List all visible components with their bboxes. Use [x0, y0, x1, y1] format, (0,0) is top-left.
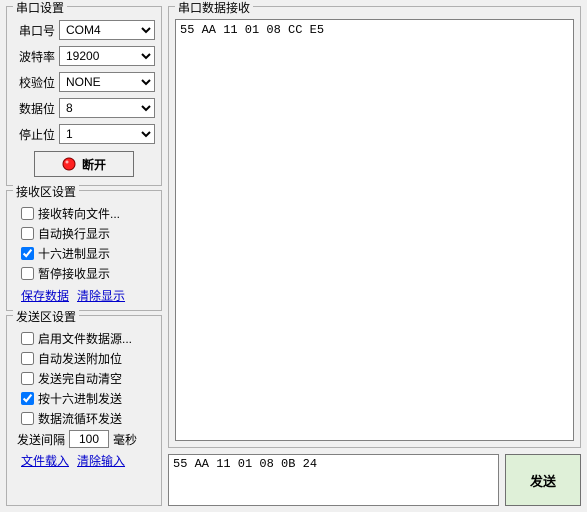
clear-input-link[interactable]: 清除输入	[77, 452, 125, 469]
interval-suffix: 毫秒	[113, 431, 137, 448]
port-select[interactable]: COM4	[59, 20, 155, 40]
file-source-label: 启用文件数据源...	[38, 330, 132, 347]
hex-display-label: 十六进制显示	[38, 245, 110, 262]
recv-to-file-row[interactable]: 接收转向文件...	[21, 203, 155, 223]
recv-data-group: 串口数据接收	[168, 6, 581, 448]
interval-prefix: 发送间隔	[17, 431, 65, 448]
auto-append-label: 自动发送附加位	[38, 350, 122, 367]
recv-to-file-label: 接收转向文件...	[38, 205, 120, 222]
save-data-link[interactable]: 保存数据	[21, 287, 69, 304]
auto-wrap-checkbox[interactable]	[21, 227, 34, 240]
disconnect-button[interactable]: 断开	[34, 151, 134, 177]
auto-wrap-label: 自动换行显示	[38, 225, 110, 242]
send-settings-title: 发送区设置	[13, 308, 79, 325]
hex-send-checkbox[interactable]	[21, 392, 34, 405]
parity-select[interactable]: NONE	[59, 72, 155, 92]
recv-to-file-checkbox[interactable]	[21, 207, 34, 220]
interval-input[interactable]	[69, 430, 109, 448]
file-source-row[interactable]: 启用文件数据源...	[21, 328, 155, 348]
auto-wrap-row[interactable]: 自动换行显示	[21, 223, 155, 243]
databits-label: 数据位	[13, 100, 55, 117]
auto-append-row[interactable]: 自动发送附加位	[21, 348, 155, 368]
clear-after-label: 发送完自动清空	[38, 370, 122, 387]
pause-recv-row[interactable]: 暂停接收显示	[21, 263, 155, 283]
hex-send-row[interactable]: 按十六进制发送	[21, 388, 155, 408]
clear-after-row[interactable]: 发送完自动清空	[21, 368, 155, 388]
hex-send-label: 按十六进制发送	[38, 390, 122, 407]
hex-display-checkbox[interactable]	[21, 247, 34, 260]
recv-textarea[interactable]	[175, 19, 574, 441]
file-source-checkbox[interactable]	[21, 332, 34, 345]
recv-settings-title: 接收区设置	[13, 183, 79, 200]
send-input[interactable]	[168, 454, 499, 506]
auto-append-checkbox[interactable]	[21, 352, 34, 365]
load-file-link[interactable]: 文件载入	[21, 452, 69, 469]
clear-after-checkbox[interactable]	[21, 372, 34, 385]
baud-select[interactable]: 19200	[59, 46, 155, 66]
app-window: 串口设置 串口号 COM4 波特率 19200 校验位 NONE 数	[0, 0, 587, 512]
baud-label: 波特率	[13, 48, 55, 65]
loop-send-row[interactable]: 数据流循环发送	[21, 408, 155, 428]
right-panel: 串口数据接收 发送	[168, 6, 581, 506]
databits-select[interactable]: 8	[59, 98, 155, 118]
stopbits-select[interactable]: 1	[59, 124, 155, 144]
loop-send-label: 数据流循环发送	[38, 410, 122, 427]
disconnect-label: 断开	[82, 156, 106, 173]
clear-display-link[interactable]: 清除显示	[77, 287, 125, 304]
port-label: 串口号	[13, 22, 55, 39]
stopbits-label: 停止位	[13, 126, 55, 143]
led-icon	[62, 157, 76, 171]
send-button[interactable]: 发送	[505, 454, 581, 506]
send-row: 发送	[168, 454, 581, 506]
serial-settings-group: 串口设置 串口号 COM4 波特率 19200 校验位 NONE 数	[6, 6, 162, 186]
serial-settings-title: 串口设置	[13, 0, 67, 16]
send-settings-group: 发送区设置 启用文件数据源... 自动发送附加位 发送完自动清空 按十六进制发送…	[6, 315, 162, 506]
left-panel: 串口设置 串口号 COM4 波特率 19200 校验位 NONE 数	[6, 6, 162, 506]
pause-recv-label: 暂停接收显示	[38, 265, 110, 282]
parity-label: 校验位	[13, 74, 55, 91]
recv-settings-group: 接收区设置 接收转向文件... 自动换行显示 十六进制显示 暂停接收显示 保存数…	[6, 190, 162, 311]
loop-send-checkbox[interactable]	[21, 412, 34, 425]
recv-data-title: 串口数据接收	[175, 0, 253, 16]
pause-recv-checkbox[interactable]	[21, 267, 34, 280]
hex-display-row[interactable]: 十六进制显示	[21, 243, 155, 263]
